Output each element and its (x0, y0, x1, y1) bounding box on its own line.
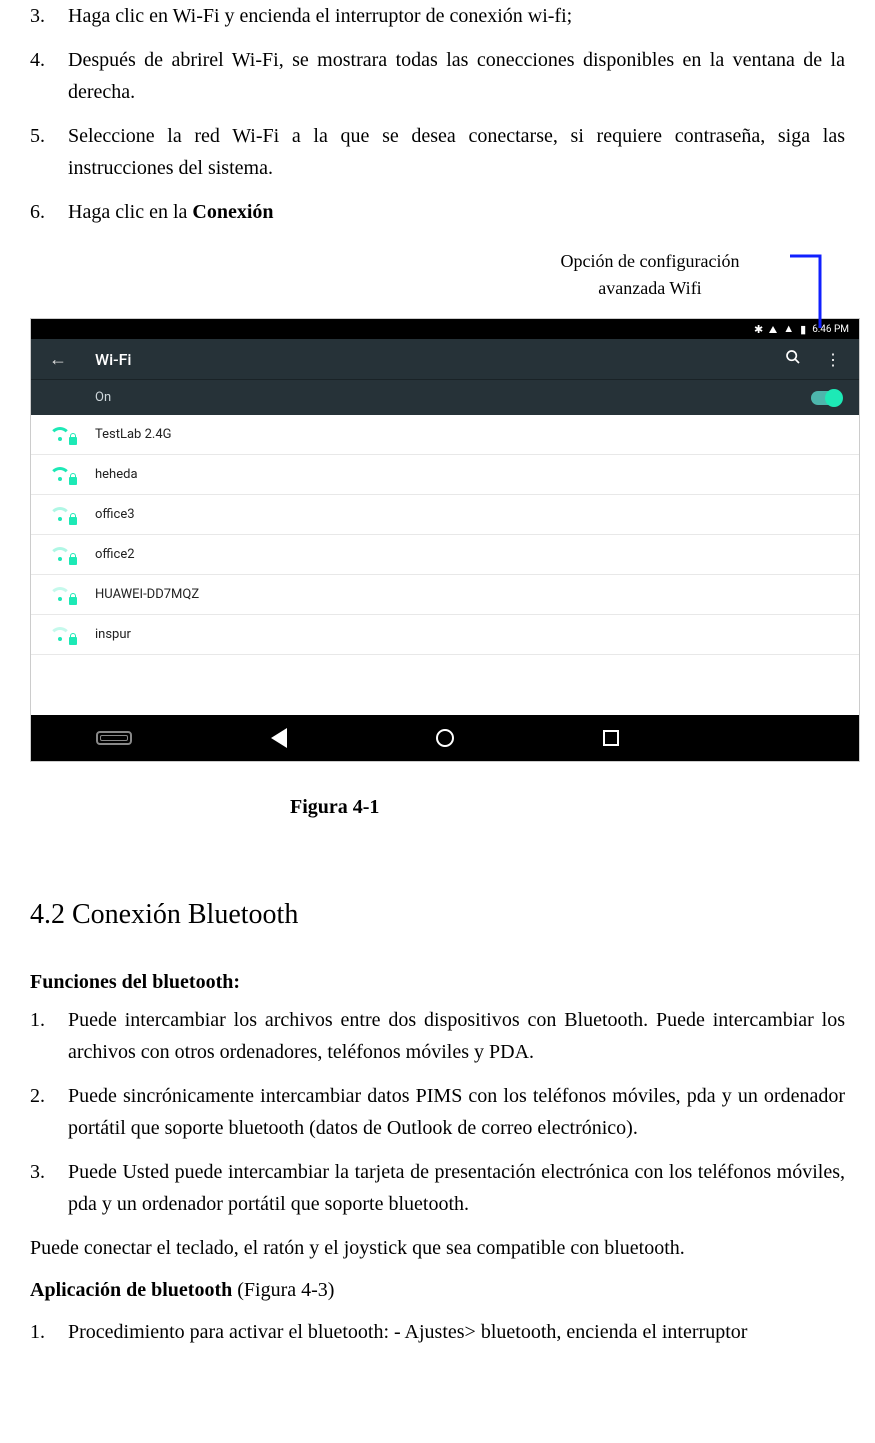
back-icon[interactable]: ← (49, 349, 69, 370)
wifi-network-row[interactable]: heheda (31, 455, 859, 495)
android-nav-bar (31, 715, 859, 761)
list-item: 2. Puede sincrónicamente intercambiar da… (30, 1080, 845, 1144)
callout: Opción de configuración avanzada Wifi (30, 248, 845, 318)
wifi-network-name: heheda (95, 467, 138, 482)
wifi-settings-header: ← Wi-Fi ⋮ (31, 339, 859, 379)
nav-recents-icon[interactable] (603, 730, 619, 746)
header-title: Wi-Fi (95, 350, 132, 369)
wifi-toggle[interactable] (811, 391, 841, 405)
figure-caption: Figura 4-1 (290, 796, 379, 819)
wifi-steps-list: 3. Haga clic en Wi-Fi y encienda el inte… (30, 0, 845, 228)
step-number: 5. (30, 120, 68, 184)
callout-arrow (790, 253, 830, 328)
step-text: Haga clic en la Conexión (68, 196, 845, 228)
bluetooth-procedure-list: 1. Procedimiento para activar el bluetoo… (30, 1316, 845, 1348)
list-item: 6. Haga clic en la Conexión (30, 196, 845, 228)
bluetooth-functions-heading: Funciones del bluetooth: (30, 971, 845, 994)
callout-line-1: Opción de configuración (561, 251, 740, 271)
nav-back-icon[interactable] (271, 728, 287, 748)
bluetooth-app-heading: Aplicación de bluetooth (Figura 4-3) (30, 1274, 845, 1306)
bluetooth-functions-list: 1. Puede intercambiar los archivos entre… (30, 1004, 845, 1220)
step-number: 1. (30, 1004, 68, 1068)
wifi-signal-icon (49, 547, 71, 563)
section-heading: 4.2 Conexión Bluetooth (30, 899, 845, 931)
search-icon[interactable] (785, 349, 801, 369)
step-number: 4. (30, 44, 68, 108)
list-item: 3. Puede Usted puede intercambiar la tar… (30, 1156, 845, 1220)
list-item: 1. Puede intercambiar los archivos entre… (30, 1004, 845, 1068)
wifi-network-name: office3 (95, 507, 135, 522)
overflow-menu-icon[interactable]: ⋮ (825, 350, 841, 369)
bluetooth-tail-text: Puede conectar el teclado, el ratón y el… (30, 1232, 845, 1264)
bluetooth-app-rest: (Figura 4-3) (232, 1279, 334, 1301)
wifi-network-row[interactable]: inspur (31, 615, 859, 655)
step-text-bold: Conexión (192, 201, 273, 223)
step-text: Puede intercambiar los archivos entre do… (68, 1004, 845, 1068)
blank-space (31, 655, 859, 715)
nav-home-icon[interactable] (436, 729, 454, 747)
callout-text: Opción de configuración avanzada Wifi (530, 248, 770, 302)
wifi-toggle-row: On (31, 379, 859, 415)
step-number: 3. (30, 0, 68, 32)
wifi-signal-icon (49, 507, 71, 523)
callout-line-2: avanzada Wifi (598, 278, 701, 298)
step-text: Seleccione la red Wi-Fi a la que se dese… (68, 120, 845, 184)
list-item: 4. Después de abrirel Wi-Fi, se mostrara… (30, 44, 845, 108)
status-bar: ✱ ▲ ▮ 6:46 PM (31, 319, 859, 339)
wifi-signal-icon (49, 587, 71, 603)
list-item: 5. Seleccione la red Wi-Fi a la que se d… (30, 120, 845, 184)
list-item: 3. Haga clic en Wi-Fi y encienda el inte… (30, 0, 845, 32)
step-number: 1. (30, 1316, 68, 1348)
wifi-on-label: On (95, 390, 111, 405)
wifi-network-list: TestLab 2.4G heheda office3 (31, 415, 859, 655)
bluetooth-icon: ✱ (754, 323, 763, 336)
step-text: Puede sincrónicamente intercambiar datos… (68, 1080, 845, 1144)
wifi-network-row[interactable]: HUAWEI-DD7MQZ (31, 575, 859, 615)
wifi-network-name: office2 (95, 547, 135, 562)
wifi-network-name: TestLab 2.4G (95, 427, 171, 442)
android-screenshot: ✱ ▲ ▮ 6:46 PM ← Wi-Fi ⋮ On (30, 318, 860, 762)
wifi-network-row[interactable]: office2 (31, 535, 859, 575)
step-text: Procedimiento para activar el bluetooth:… (68, 1316, 845, 1348)
step-text: Después de abrirel Wi-Fi, se mostrara to… (68, 44, 845, 108)
wifi-network-name: inspur (95, 627, 131, 642)
wifi-network-row[interactable]: TestLab 2.4G (31, 415, 859, 455)
wifi-signal-icon (49, 627, 71, 643)
step-text: Haga clic en Wi-Fi y encienda el interru… (68, 0, 845, 32)
step-text-prefix: Haga clic en la (68, 201, 192, 223)
wifi-signal-icon (49, 427, 71, 443)
list-item: 1. Procedimiento para activar el bluetoo… (30, 1316, 845, 1348)
signal-empty-icon (769, 326, 777, 333)
bluetooth-app-bold: Aplicación de bluetooth (30, 1279, 232, 1301)
wifi-network-name: HUAWEI-DD7MQZ (95, 587, 199, 602)
step-text: Puede Usted puede intercambiar la tarjet… (68, 1156, 845, 1220)
wifi-network-row[interactable]: office3 (31, 495, 859, 535)
recent-apps-pill-icon[interactable] (96, 731, 132, 745)
wifi-signal-icon (49, 467, 71, 483)
step-number: 3. (30, 1156, 68, 1220)
step-number: 2. (30, 1080, 68, 1144)
step-number: 6. (30, 196, 68, 228)
